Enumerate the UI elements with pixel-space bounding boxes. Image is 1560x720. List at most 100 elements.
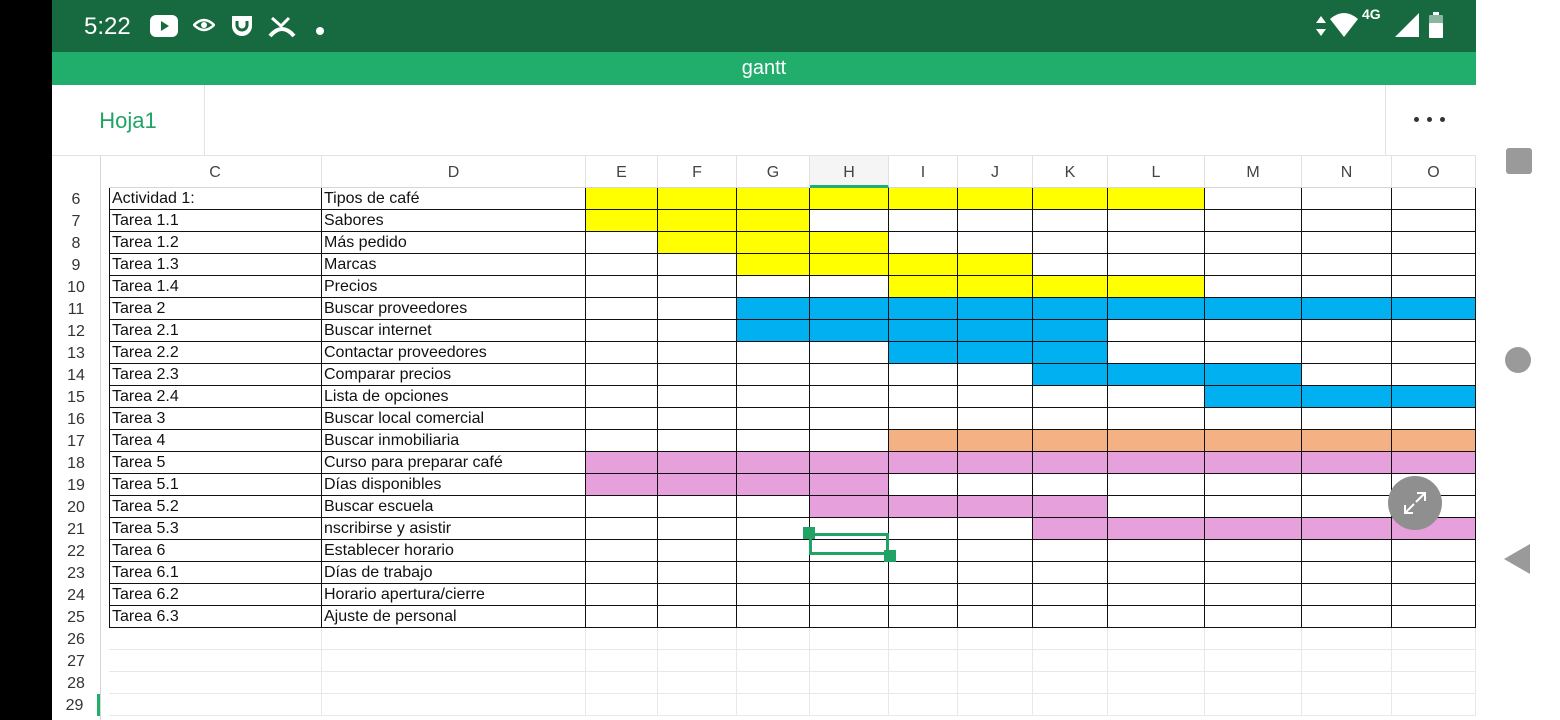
gantt-cell-l9[interactable] [1108, 254, 1205, 276]
cell-d25[interactable]: Ajuste de personal [322, 606, 586, 628]
gantt-cell-i12[interactable] [889, 320, 958, 342]
gantt-cell-m13[interactable] [1205, 342, 1302, 364]
column-header-j[interactable]: J [958, 156, 1033, 188]
cell-c17[interactable]: Tarea 4 [109, 430, 322, 452]
spreadsheet-grid[interactable]: C D E F G H I J K L M N O 6 Actividad 1: Tipos de café 7… [52, 156, 1476, 720]
row-header-26[interactable]: 26 [52, 628, 100, 650]
gantt-cell-o10[interactable] [1392, 276, 1476, 298]
gantt-cell-n9[interactable] [1302, 254, 1392, 276]
gantt-cell-i24[interactable] [889, 584, 958, 606]
gantt-cell-j14[interactable] [958, 364, 1033, 386]
gantt-cell-l26[interactable] [1108, 628, 1205, 650]
column-header-d[interactable]: D [322, 156, 586, 188]
gantt-cell-g23[interactable] [737, 562, 810, 584]
gantt-cell-m9[interactable] [1205, 254, 1302, 276]
gantt-cell-n19[interactable] [1302, 474, 1392, 496]
gantt-cell-e23[interactable] [586, 562, 658, 584]
gantt-cell-e17[interactable] [586, 430, 658, 452]
column-header-i[interactable]: I [889, 156, 958, 188]
cell-c18[interactable]: Tarea 5 [109, 452, 322, 474]
column-header-h[interactable]: H [810, 156, 889, 188]
gantt-cell-f13[interactable] [658, 342, 737, 364]
gantt-cell-f17[interactable] [658, 430, 737, 452]
gantt-cell-k29[interactable] [1033, 694, 1108, 716]
cell-c28[interactable] [109, 672, 322, 694]
cell-c13[interactable]: Tarea 2.2 [109, 342, 322, 364]
gantt-cell-n26[interactable] [1302, 628, 1392, 650]
gantt-cell-l27[interactable] [1108, 650, 1205, 672]
gantt-cell-j19[interactable] [958, 474, 1033, 496]
row-header-8[interactable]: 8 [52, 232, 100, 254]
gantt-cell-k21[interactable] [1033, 518, 1108, 540]
gantt-cell-h23[interactable] [810, 562, 889, 584]
gantt-cell-g27[interactable] [737, 650, 810, 672]
gantt-cell-m21[interactable] [1205, 518, 1302, 540]
gantt-cell-e25[interactable] [586, 606, 658, 628]
gantt-cell-o17[interactable] [1392, 430, 1476, 452]
gantt-cell-h12[interactable] [810, 320, 889, 342]
gantt-cell-k28[interactable] [1033, 672, 1108, 694]
gantt-cell-j13[interactable] [958, 342, 1033, 364]
gantt-cell-h19[interactable] [810, 474, 889, 496]
gantt-cell-n22[interactable] [1302, 540, 1392, 562]
cell-d29[interactable] [322, 694, 586, 716]
gantt-cell-n29[interactable] [1302, 694, 1392, 716]
gantt-cell-o26[interactable] [1392, 628, 1476, 650]
cell-d22[interactable]: Establecer horario [322, 540, 586, 562]
gantt-cell-h10[interactable] [810, 276, 889, 298]
gantt-cell-g25[interactable] [737, 606, 810, 628]
gantt-cell-i14[interactable] [889, 364, 958, 386]
gantt-cell-k18[interactable] [1033, 452, 1108, 474]
selection-handle-bottom-right[interactable] [884, 550, 896, 562]
gantt-cell-f6[interactable] [658, 188, 737, 210]
gantt-cell-j9[interactable] [958, 254, 1033, 276]
gantt-cell-l22[interactable] [1108, 540, 1205, 562]
gantt-cell-m19[interactable] [1205, 474, 1302, 496]
gantt-cell-l18[interactable] [1108, 452, 1205, 474]
cell-d19[interactable]: Días disponibles [322, 474, 586, 496]
gantt-cell-m27[interactable] [1205, 650, 1302, 672]
gantt-cell-f18[interactable] [658, 452, 737, 474]
gantt-cell-m11[interactable] [1205, 298, 1302, 320]
gantt-cell-o15[interactable] [1392, 386, 1476, 408]
gantt-cell-h26[interactable] [810, 628, 889, 650]
gantt-cell-f10[interactable] [658, 276, 737, 298]
gantt-cell-o11[interactable] [1392, 298, 1476, 320]
gantt-cell-i20[interactable] [889, 496, 958, 518]
gantt-cell-i26[interactable] [889, 628, 958, 650]
gantt-cell-i28[interactable] [889, 672, 958, 694]
gantt-cell-j16[interactable] [958, 408, 1033, 430]
gantt-cell-h17[interactable] [810, 430, 889, 452]
gantt-cell-e14[interactable] [586, 364, 658, 386]
gantt-cell-m10[interactable] [1205, 276, 1302, 298]
gantt-cell-e13[interactable] [586, 342, 658, 364]
gantt-cell-j24[interactable] [958, 584, 1033, 606]
column-header-c[interactable]: C [109, 156, 322, 188]
gantt-cell-m28[interactable] [1205, 672, 1302, 694]
gantt-cell-j8[interactable] [958, 232, 1033, 254]
gantt-cell-m23[interactable] [1205, 562, 1302, 584]
cell-d12[interactable]: Buscar internet [322, 320, 586, 342]
row-header-27[interactable]: 27 [52, 650, 100, 672]
back-triangle-icon[interactable] [1504, 544, 1530, 579]
gantt-cell-j22[interactable] [958, 540, 1033, 562]
gantt-cell-l19[interactable] [1108, 474, 1205, 496]
column-header-k[interactable]: K [1033, 156, 1108, 188]
gantt-cell-l28[interactable] [1108, 672, 1205, 694]
cell-d27[interactable] [322, 650, 586, 672]
gantt-cell-n18[interactable] [1302, 452, 1392, 474]
gantt-cell-m14[interactable] [1205, 364, 1302, 386]
gantt-cell-g12[interactable] [737, 320, 810, 342]
gantt-cell-j27[interactable] [958, 650, 1033, 672]
row-header-21[interactable]: 21 [52, 518, 100, 540]
gantt-cell-i15[interactable] [889, 386, 958, 408]
gantt-cell-i10[interactable] [889, 276, 958, 298]
gantt-cell-o23[interactable] [1392, 562, 1476, 584]
gantt-cell-o25[interactable] [1392, 606, 1476, 628]
gantt-cell-j29[interactable] [958, 694, 1033, 716]
gantt-cell-o27[interactable] [1392, 650, 1476, 672]
gantt-cell-h27[interactable] [810, 650, 889, 672]
cell-c16[interactable]: Tarea 3 [109, 408, 322, 430]
gantt-cell-e26[interactable] [586, 628, 658, 650]
cell-c11[interactable]: Tarea 2 [109, 298, 322, 320]
